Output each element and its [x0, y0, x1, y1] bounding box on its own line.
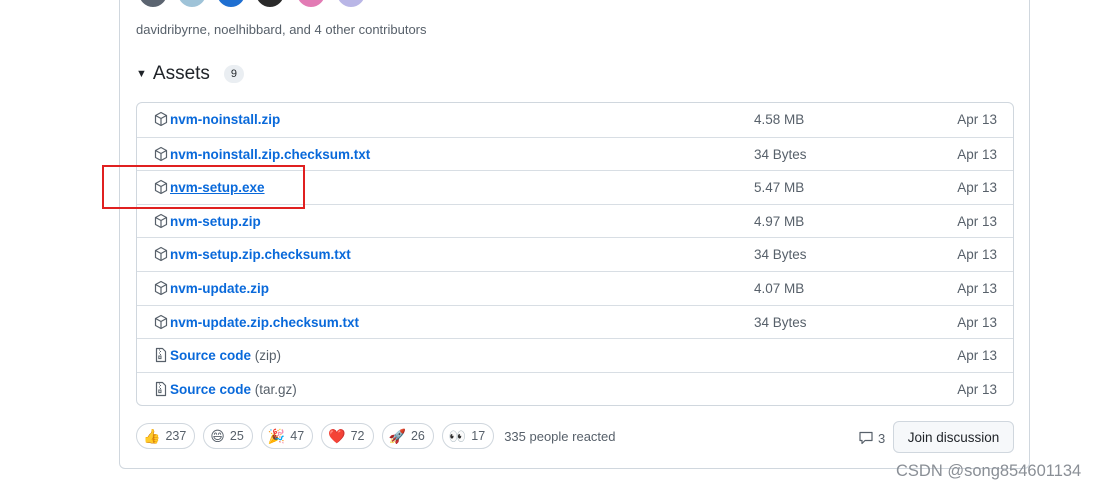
highlight-annotation-box [102, 165, 305, 209]
eyes-icon: 👀 [448, 427, 467, 444]
asset-name: nvm-setup.zip [170, 213, 261, 229]
asset-date: Apr 13 [957, 213, 997, 229]
contributors-text[interactable]: davidribyrne, noelhibbard, and 4 other c… [136, 22, 427, 37]
caret-down-icon[interactable]: ▼ [136, 68, 147, 80]
package-icon [154, 247, 168, 262]
reaction-button[interactable]: 😄 25 [203, 423, 253, 449]
reaction-button[interactable]: 🚀 26 [381, 423, 434, 449]
asset-name: Source code [170, 348, 252, 364]
package-icon [154, 280, 168, 296]
asset-name: nvm-setup.zip.checksum.txt [170, 247, 351, 263]
asset-link[interactable]: nvm-setup.zip.checksum.txt [170, 247, 351, 262]
asset-size: 4.07 MB [754, 280, 805, 296]
asset-name: Source code [170, 381, 252, 397]
asset-date: Apr 13 [957, 348, 997, 364]
assets-count-badge: 9 [223, 65, 245, 83]
asset-row: Source code (zip) Apr 13 [137, 338, 1013, 372]
file-zip-icon [155, 381, 167, 396]
asset-size: 5.47 MB [754, 180, 805, 196]
asset-size: 34 Bytes [754, 146, 807, 162]
asset-row: nvm-update.zip 4.07 MB Apr 13 [137, 270, 1013, 305]
asset-row: nvm-noinstall.zip 4.58 MB Apr 13 [137, 103, 1013, 137]
asset-link[interactable]: Source code (tar.gz) [170, 382, 297, 397]
heart-icon: ❤️ [328, 427, 346, 444]
asset-date: Apr 13 [957, 112, 997, 127]
reaction-count: 26 [410, 429, 425, 443]
comment-icon [859, 431, 873, 445]
file-zip-icon [155, 348, 167, 363]
asset-date: Apr 13 [957, 280, 997, 296]
reaction-button[interactable]: 🎉 47 [260, 423, 314, 449]
asset-format: (tar.gz) [254, 381, 297, 397]
package-icon [154, 314, 168, 329]
package-icon [154, 213, 168, 228]
asset-link[interactable]: nvm-update.zip.checksum.txt [170, 315, 359, 330]
asset-link[interactable]: nvm-noinstall.zip.checksum.txt [170, 147, 370, 162]
reaction-count: 237 [165, 429, 187, 443]
asset-link[interactable]: nvm-setup.zip [170, 214, 261, 229]
comment-count[interactable]: 3 [858, 430, 885, 446]
reaction-count: 72 [350, 429, 365, 443]
thumbs-up-icon: 👍 [143, 427, 161, 444]
asset-size: 34 Bytes [754, 314, 807, 330]
asset-date: Apr 13 [957, 180, 997, 196]
asset-name: nvm-update.zip [170, 280, 270, 296]
asset-date: Apr 13 [957, 381, 997, 397]
reactions-summary: 335 people reacted [504, 428, 616, 444]
asset-link[interactable]: nvm-noinstall.zip [170, 112, 280, 127]
asset-date: Apr 13 [957, 146, 997, 162]
package-icon [154, 146, 168, 161]
asset-row: nvm-update.zip.checksum.txt 34 Bytes Apr 1… [137, 304, 1013, 339]
asset-size: 34 Bytes [754, 247, 807, 263]
asset-row: Source code (tar.gz) Apr 13 [137, 371, 1013, 406]
assets-list: nvm-noinstall.zip 4.58 MB Apr 13 nvm-noinst… [136, 102, 1014, 407]
assets-title: Assets [152, 63, 210, 84]
reaction-count: 47 [290, 429, 305, 443]
tada-icon: 🎉 [267, 427, 286, 444]
asset-name: nvm-noinstall.zip [170, 112, 281, 127]
join-discussion-button[interactable]: Join discussion [893, 421, 1014, 453]
watermark: CSDN @song854601134 [896, 462, 1082, 480]
asset-name: nvm-noinstall.zip.checksum.txt [170, 146, 371, 162]
assets-header[interactable]: ▼ Assets 9 [136, 61, 245, 87]
reaction-button[interactable]: ❤️ 72 [321, 423, 374, 449]
asset-date: Apr 13 [957, 247, 997, 263]
asset-row: nvm-setup.zip.checksum.txt 34 Bytes Apr 13 [137, 237, 1013, 271]
comment-count-value: 3 [878, 430, 886, 446]
asset-format: (zip) [254, 348, 282, 364]
asset-link[interactable]: Source code (zip) [170, 348, 281, 363]
asset-size: 4.58 MB [754, 112, 805, 127]
rocket-icon: 🚀 [388, 427, 406, 444]
smile-icon: 😄 [210, 427, 225, 444]
reaction-count: 25 [229, 429, 244, 443]
reaction-count: 17 [471, 429, 486, 443]
package-icon [154, 111, 168, 127]
reactions-bar: 👍 237 😄 25 🎉 47 ❤️ 72 🚀 26 👀 17 335 people reacted [136, 422, 616, 450]
asset-name: nvm-update.zip.checksum.txt [170, 314, 360, 330]
asset-size: 4.97 MB [754, 213, 805, 229]
asset-link[interactable]: nvm-update.zip [170, 281, 269, 296]
asset-date: Apr 13 [957, 314, 997, 330]
reaction-button[interactable]: 👀 17 [441, 423, 495, 449]
reaction-button[interactable]: 👍 237 [136, 423, 196, 449]
